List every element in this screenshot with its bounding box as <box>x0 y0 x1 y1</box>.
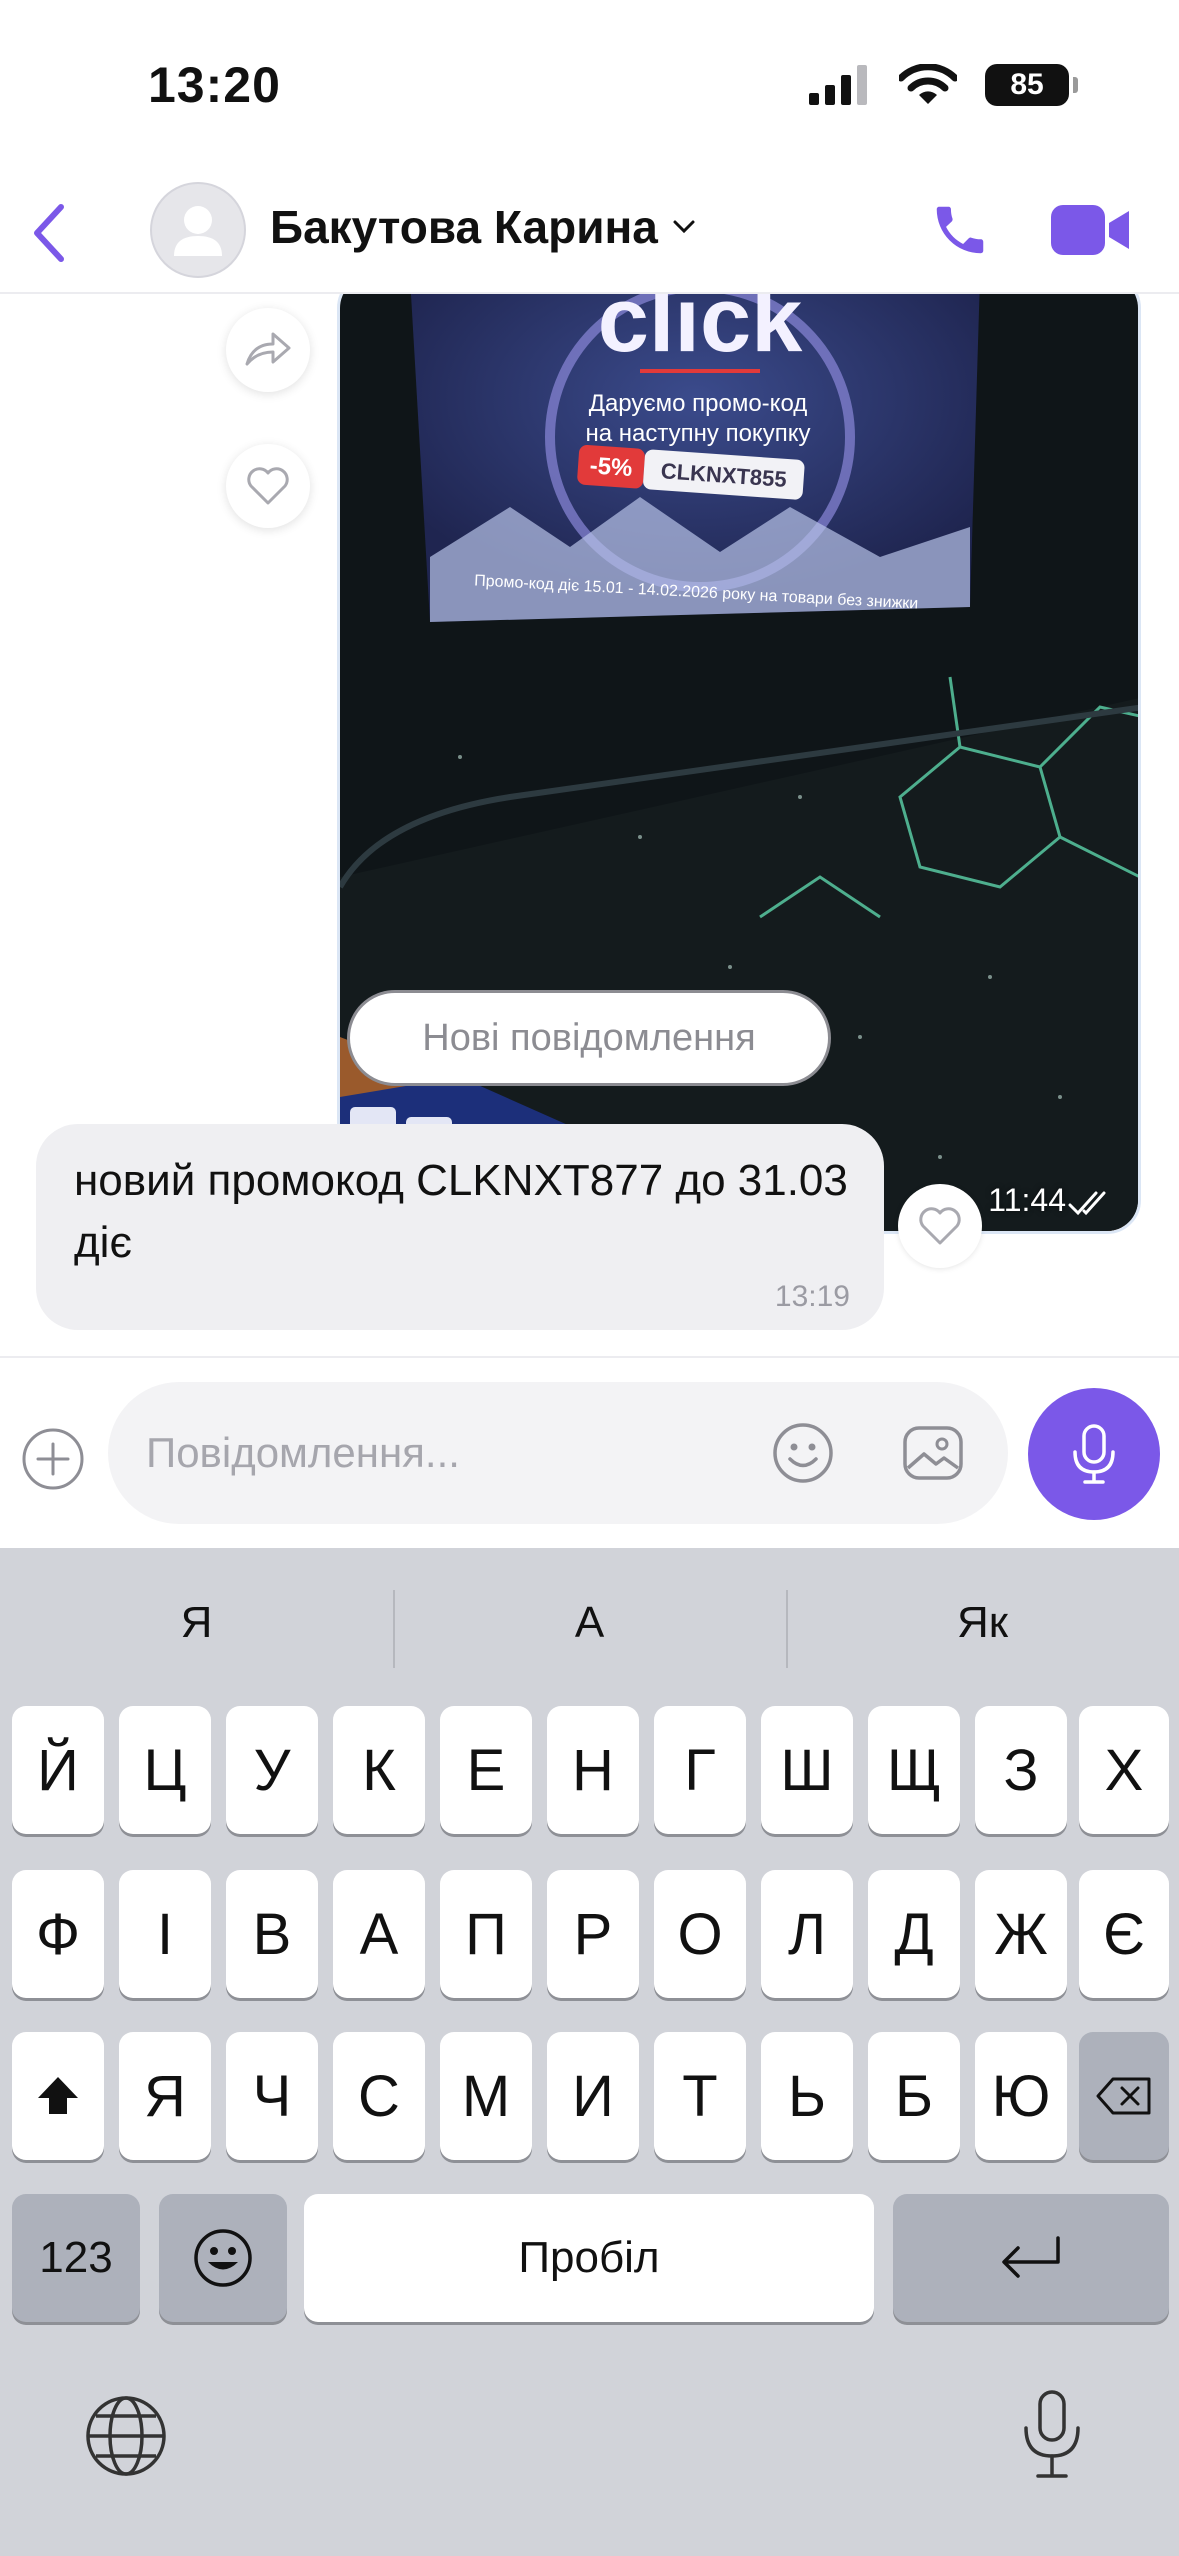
shift-key[interactable] <box>12 2032 104 2160</box>
suggestion-3[interactable]: Як <box>786 1548 1179 1698</box>
wifi-icon <box>899 64 957 104</box>
status-bar: 13:20 85 <box>0 0 1179 170</box>
key[interactable]: Н <box>547 1706 639 1834</box>
message-input[interactable] <box>146 1382 726 1524</box>
key[interactable]: Е <box>440 1706 532 1834</box>
key[interactable]: Й <box>12 1706 104 1834</box>
microphone-icon[interactable] <box>1010 2388 1094 2484</box>
key[interactable]: Ш <box>761 1706 853 1834</box>
suggestion-bar: Я А Як <box>0 1548 1179 1698</box>
message-list[interactable]: click Даруємо промо-код на наступну поку… <box>0 294 1179 1356</box>
like-photo-button[interactable] <box>226 444 310 528</box>
key[interactable]: Ц <box>119 1706 211 1834</box>
key[interactable]: П <box>440 1870 532 1998</box>
photo-message[interactable]: click Даруємо промо-код на наступну поку… <box>337 294 1141 1234</box>
contact-name[interactable]: Бакутова Карина <box>270 200 696 254</box>
voice-message-button[interactable] <box>1028 1388 1160 1520</box>
contact-name-label: Бакутова Карина <box>270 201 658 253</box>
battery-level: 85 <box>1010 68 1044 101</box>
emoji-icon <box>194 2229 252 2287</box>
heart-icon <box>247 467 289 505</box>
incoming-message[interactable]: новий промокод CLKNXT877 до 31.03 діє 13… <box>36 1124 884 1330</box>
key[interactable]: С <box>333 2032 425 2160</box>
globe-icon[interactable] <box>84 2394 168 2478</box>
backspace-icon <box>1096 2077 1151 2115</box>
person-icon <box>174 206 222 256</box>
share-icon <box>245 332 291 366</box>
key[interactable]: Б <box>868 2032 960 2160</box>
battery-indicator: 85 <box>985 64 1078 106</box>
suggestion-1[interactable]: Я <box>0 1548 393 1698</box>
plus-icon[interactable] <box>20 1426 86 1492</box>
key[interactable]: Л <box>761 1870 853 1998</box>
share-button[interactable] <box>226 308 310 392</box>
flyer-discount: -5% <box>589 452 633 482</box>
key[interactable]: Т <box>654 2032 746 2160</box>
shift-icon <box>38 2077 78 2114</box>
key[interactable]: М <box>440 2032 532 2160</box>
return-icon <box>1002 2236 1060 2278</box>
suggestion-2[interactable]: А <box>393 1548 786 1698</box>
cellular-signal-icon <box>809 65 867 105</box>
new-messages-divider: Нові повідомлення <box>347 990 831 1086</box>
key[interactable]: К <box>333 1706 425 1834</box>
message-composer <box>0 1356 1179 1548</box>
key[interactable]: У <box>226 1706 318 1834</box>
key[interactable]: Ю <box>975 2032 1067 2160</box>
key[interactable]: Ь <box>761 2032 853 2160</box>
key[interactable]: Х <box>1079 1706 1169 1834</box>
smiley-icon[interactable] <box>770 1420 836 1486</box>
key[interactable]: З <box>975 1706 1067 1834</box>
incoming-message-time: 13:19 <box>774 1280 850 1313</box>
chat-header: Бакутова Карина <box>0 170 1179 294</box>
key[interactable]: Р <box>547 1870 639 1998</box>
chevron-down-icon <box>673 220 695 234</box>
status-indicators: 85 <box>809 62 1078 108</box>
key[interactable]: О <box>654 1870 746 1998</box>
key[interactable]: Є <box>1079 1870 1169 1998</box>
avatar[interactable] <box>150 182 246 278</box>
message-field[interactable] <box>108 1382 1008 1524</box>
photo-time: 11:44 <box>988 1182 1066 1218</box>
key[interactable]: В <box>226 1870 318 1998</box>
video-call-button[interactable] <box>1040 190 1140 270</box>
key[interactable]: Ч <box>226 2032 318 2160</box>
promo-photo: click Даруємо промо-код на наступну поку… <box>340 294 1138 1231</box>
key[interactable]: Я <box>119 2032 211 2160</box>
key[interactable]: І <box>119 1870 211 1998</box>
incoming-message-text: новий промокод CLKNXT877 до 31.03 діє <box>74 1156 848 1267</box>
flyer-line-1: Даруємо промо-код <box>589 390 808 417</box>
phone-icon <box>936 206 984 254</box>
numbers-key[interactable]: 123 <box>12 2194 140 2322</box>
backspace-key[interactable] <box>1079 2032 1169 2160</box>
flyer-line-2: на наступну покупку <box>586 420 811 447</box>
key[interactable]: Г <box>654 1706 746 1834</box>
emoji-key[interactable] <box>159 2194 287 2322</box>
microphone-icon <box>1073 1424 1115 1484</box>
like-message-button[interactable] <box>898 1184 982 1268</box>
keyboard: Я А Як Й Ц У К Е Н Г Ш Щ З Х Ф І В А П Р… <box>0 1548 1179 2556</box>
return-key[interactable] <box>893 2194 1169 2322</box>
double-check-icon <box>1068 1191 1106 1216</box>
key[interactable]: Ж <box>975 1870 1067 1998</box>
heart-icon <box>919 1207 961 1245</box>
call-button[interactable] <box>920 190 1000 270</box>
status-time: 13:20 <box>148 57 281 113</box>
key[interactable]: Щ <box>868 1706 960 1834</box>
back-button[interactable] <box>14 190 84 276</box>
key[interactable]: И <box>547 2032 639 2160</box>
key[interactable]: Д <box>868 1870 960 1998</box>
space-key[interactable]: Пробіл <box>304 2194 874 2322</box>
video-camera-icon <box>1051 205 1129 255</box>
new-messages-label: Нові повідомлення <box>422 1016 756 1059</box>
key[interactable]: А <box>333 1870 425 1998</box>
gallery-icon[interactable] <box>900 1420 966 1486</box>
flyer-brand: click <box>598 294 803 371</box>
back-chevron-icon <box>34 204 64 262</box>
key[interactable]: Ф <box>12 1870 104 1998</box>
